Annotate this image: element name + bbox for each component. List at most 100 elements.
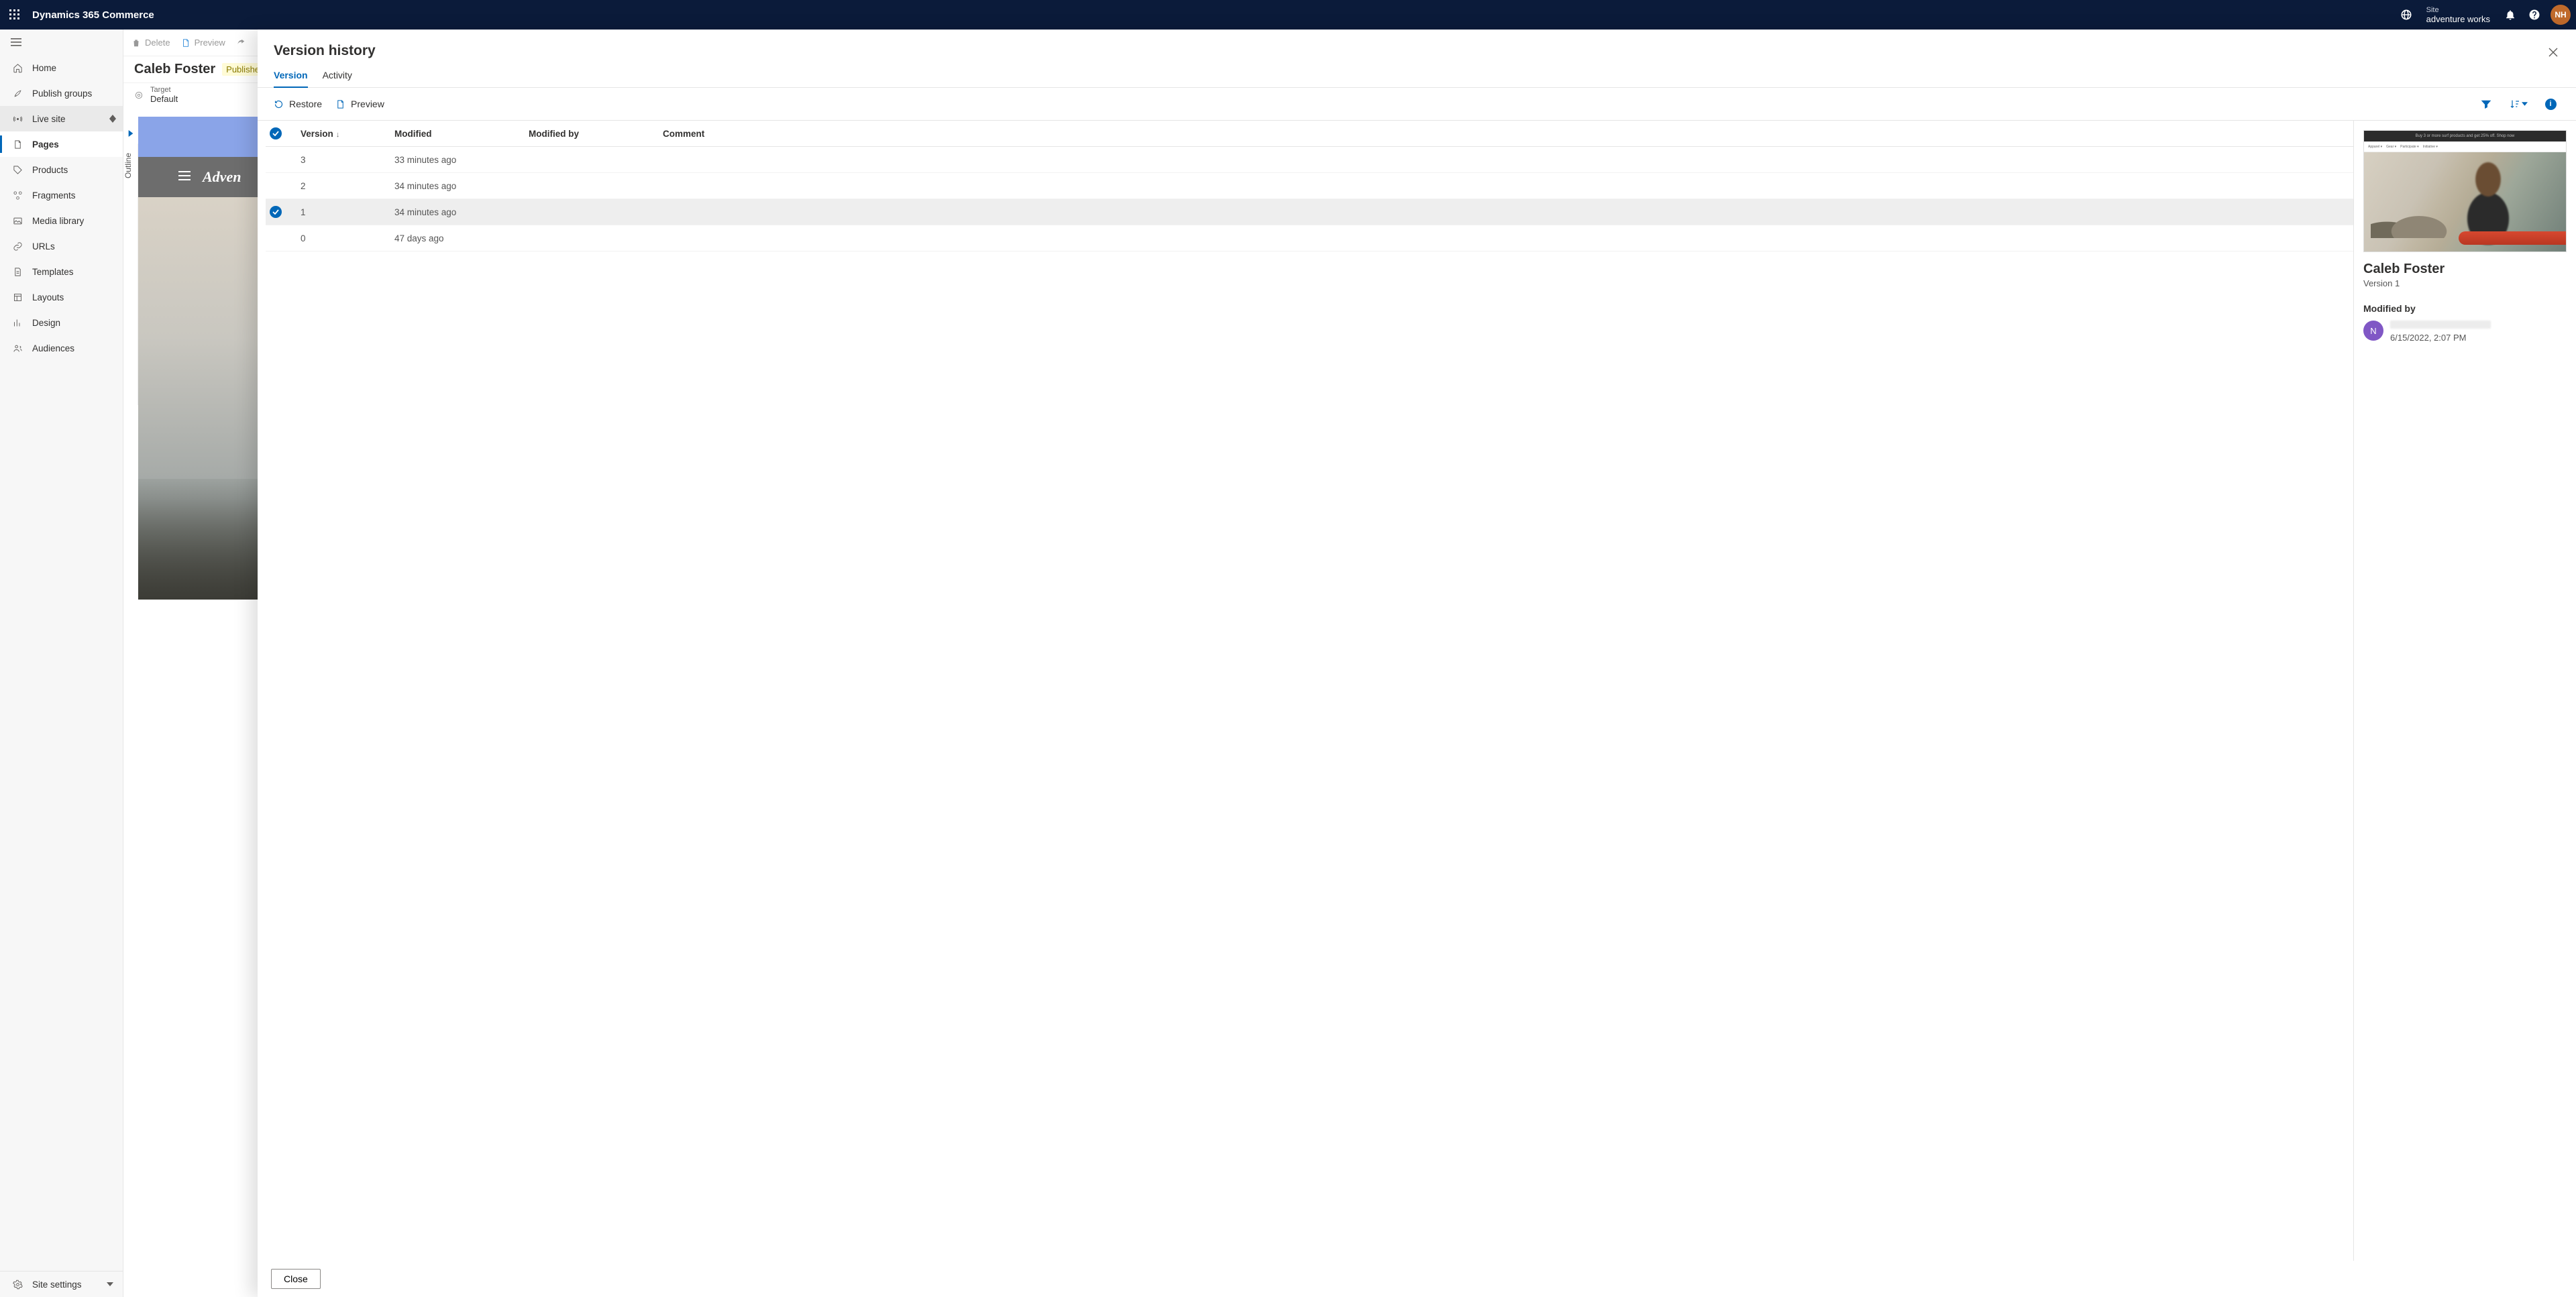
sidebar-item-label: Publish groups xyxy=(32,89,92,99)
app-launcher-icon[interactable] xyxy=(5,5,24,24)
tab-version[interactable]: Version xyxy=(274,70,308,87)
sidebar-item-design[interactable]: Design xyxy=(0,310,123,335)
template-icon xyxy=(11,267,24,277)
sidebar-item-pages[interactable]: Pages xyxy=(0,131,123,157)
table-row[interactable]: 3 33 minutes ago xyxy=(266,147,2353,173)
col-comment[interactable]: Comment xyxy=(663,129,2349,139)
details-version: Version 1 xyxy=(2363,278,2567,288)
version-table: Version↓ Modified Modified by Comment 3 … xyxy=(258,121,2353,1261)
cell-modified: 34 minutes ago xyxy=(394,181,529,191)
modified-date: 6/15/2022, 2:07 PM xyxy=(2390,333,2491,343)
sidebar-item-urls[interactable]: URLs xyxy=(0,233,123,259)
tab-activity[interactable]: Activity xyxy=(323,70,352,87)
table-row[interactable]: 1 34 minutes ago xyxy=(266,199,2353,225)
sidebar-item-audiences[interactable]: Audiences xyxy=(0,335,123,361)
table-row[interactable]: 2 34 minutes ago xyxy=(266,173,2353,199)
home-icon xyxy=(11,63,24,73)
rocket-icon xyxy=(11,89,24,99)
sort-icon[interactable] xyxy=(2509,95,2528,113)
link-icon xyxy=(11,241,24,251)
sidebar-item-label: Live site xyxy=(32,114,66,124)
sidebar-item-home[interactable]: Home xyxy=(0,55,123,80)
cell-modified: 34 minutes ago xyxy=(394,207,529,217)
close-icon[interactable] xyxy=(2544,43,2563,62)
sidebar-item-templates[interactable]: Templates xyxy=(0,259,123,284)
people-icon xyxy=(11,343,24,353)
col-modified[interactable]: Modified xyxy=(394,129,529,139)
chevron-down-icon xyxy=(107,1282,113,1286)
sidebar-item-label: Media library xyxy=(32,216,84,226)
delete-button[interactable]: Delete xyxy=(131,38,170,48)
info-icon[interactable]: i xyxy=(2541,95,2560,113)
broadcast-icon xyxy=(11,114,24,124)
close-button[interactable]: Close xyxy=(271,1269,321,1289)
filter-icon[interactable] xyxy=(2477,95,2496,113)
row-checkbox[interactable] xyxy=(270,206,282,218)
layout-icon xyxy=(11,292,24,302)
row-checkbox[interactable] xyxy=(270,180,282,192)
modified-by-heading: Modified by xyxy=(2363,303,2567,314)
image-icon xyxy=(11,216,24,226)
target-icon xyxy=(134,91,144,100)
site-selector[interactable]: Site adventure works xyxy=(2426,6,2490,24)
sidebar-item-label: Templates xyxy=(32,267,74,277)
preview-button[interactable]: Preview xyxy=(335,99,384,109)
version-history-panel: Version history Version Activity Restore… xyxy=(258,30,2576,1297)
cell-version: 0 xyxy=(301,233,394,243)
table-header: Version↓ Modified Modified by Comment xyxy=(266,121,2353,147)
fragments-icon xyxy=(11,190,24,201)
restore-button[interactable]: Restore xyxy=(274,99,322,109)
globe-icon[interactable] xyxy=(2394,3,2418,27)
app-title: Dynamics 365 Commerce xyxy=(32,9,154,21)
collapse-sidebar-button[interactable] xyxy=(0,30,123,55)
sidebar-item-label: URLs xyxy=(32,241,55,251)
target-value: Default xyxy=(150,94,178,104)
sidebar-item-site-settings[interactable]: Site settings xyxy=(0,1272,123,1297)
sidebar-item-media[interactable]: Media library xyxy=(0,208,123,233)
row-checkbox[interactable] xyxy=(270,232,282,244)
persona-coin: N xyxy=(2363,321,2383,341)
help-icon[interactable] xyxy=(2522,3,2546,27)
sidebar-item-fragments[interactable]: Fragments xyxy=(0,182,123,208)
preview-button-toolbar[interactable]: Preview xyxy=(181,38,225,48)
sidebar-item-label: Products xyxy=(32,165,68,175)
col-version[interactable]: Version↓ xyxy=(301,129,394,139)
site-label: Site xyxy=(2426,6,2490,14)
panel-tabs: Version Activity xyxy=(258,59,2576,88)
cell-version: 3 xyxy=(301,155,394,165)
cell-version: 2 xyxy=(301,181,394,191)
share-button[interactable] xyxy=(236,38,246,48)
page-title: Caleb Foster xyxy=(134,62,215,77)
expand-outline-button[interactable] xyxy=(123,123,138,144)
page-icon xyxy=(11,139,24,150)
notifications-icon[interactable] xyxy=(2498,3,2522,27)
version-thumbnail: Buy 3 or more surf products and get 25% … xyxy=(2363,130,2567,252)
modified-by-name-redacted xyxy=(2390,321,2491,329)
sidebar-item-label: Fragments xyxy=(32,190,76,201)
hamburger-icon xyxy=(178,171,191,184)
thumbnail-banner: Buy 3 or more surf products and get 25% … xyxy=(2364,131,2566,142)
table-row[interactable]: 0 47 days ago xyxy=(266,225,2353,251)
sidebar-item-layouts[interactable]: Layouts xyxy=(0,284,123,310)
sidebar-item-label: Site settings xyxy=(32,1280,82,1290)
content-area: Delete Preview Caleb Foster Published, T… xyxy=(123,30,2576,1297)
col-modified-by[interactable]: Modified by xyxy=(529,129,663,139)
sidebar-item-publish-groups[interactable]: Publish groups xyxy=(0,80,123,106)
sidebar-item-label: Layouts xyxy=(32,292,64,302)
topbar: Dynamics 365 Commerce Site adventure wor… xyxy=(0,0,2576,30)
target-label: Target xyxy=(150,86,178,94)
tag-icon xyxy=(11,165,24,175)
row-checkbox[interactable] xyxy=(270,154,282,166)
user-avatar[interactable]: NH xyxy=(2551,5,2571,25)
sidebar-item-label: Design xyxy=(32,318,60,328)
sort-down-icon: ↓ xyxy=(336,131,340,139)
select-all-checkbox[interactable] xyxy=(270,127,282,139)
sidebar-item-live-site[interactable]: Live site xyxy=(0,106,123,131)
cell-modified: 33 minutes ago xyxy=(394,155,529,165)
sidebar-item-label: Pages xyxy=(32,139,59,150)
updown-icon xyxy=(109,115,116,123)
chart-icon xyxy=(11,318,24,328)
sidebar-item-products[interactable]: Products xyxy=(0,157,123,182)
site-logo-preview: Adven xyxy=(203,168,241,186)
details-title: Caleb Foster xyxy=(2363,262,2567,277)
